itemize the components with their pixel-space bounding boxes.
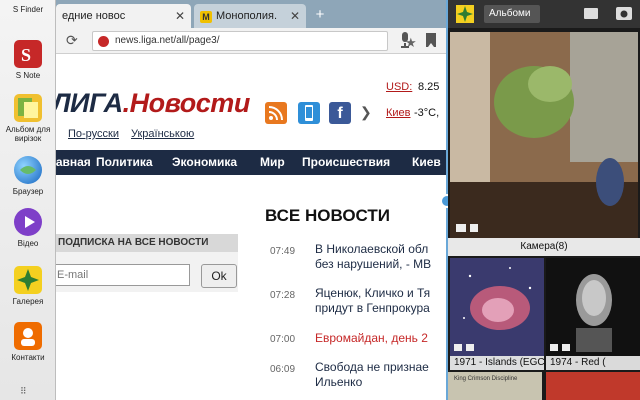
- news-line: без нарушений, - МВ: [315, 257, 432, 271]
- news-line: В Николаевской обл: [315, 242, 429, 256]
- album-tile[interactable]: 1974 - Red (: [546, 258, 640, 370]
- tray-handle-icon[interactable]: ⠿: [20, 386, 28, 397]
- tray-item-s-finder[interactable]: S Finder: [0, 2, 56, 14]
- s-note-icon: S: [14, 40, 42, 68]
- album-selector[interactable]: Альбоми: [484, 5, 540, 23]
- nav-item-incidents[interactable]: Происшествия: [302, 150, 390, 175]
- album-tile[interactable]: King Crimson Discipline: [448, 372, 542, 400]
- subscribe-heading: ПОДПИСКА НА ВСЕ НОВОСТИ: [56, 234, 238, 252]
- news-time: 07:28: [270, 290, 296, 301]
- tray-item-s-note[interactable]: S S Note: [0, 40, 56, 80]
- lang-russian-link[interactable]: По-русски: [68, 128, 119, 140]
- tab-bar: едние новос ✕ M Монополия. ✕ +: [56, 0, 446, 28]
- url-text: news.liga.net/all/page3/: [115, 35, 220, 46]
- mobile-icon[interactable]: [298, 102, 320, 124]
- url-bar[interactable]: news.liga.net/all/page3/ ★: [92, 31, 417, 51]
- tray-item-label: Браузер: [12, 187, 44, 196]
- close-icon[interactable]: ✕: [175, 4, 185, 28]
- tab-label: Монополия.: [216, 10, 278, 22]
- tray-item-label: S Note: [15, 71, 41, 80]
- browser-toolbar: ⟳ news.liga.net/all/page3/ ★: [56, 28, 446, 54]
- browser-icon: [14, 156, 42, 184]
- album-tile[interactable]: 1971 - Islands (EGC...(1): [450, 258, 544, 370]
- logo-right: .Новости: [122, 88, 251, 118]
- ok-button[interactable]: Ok: [201, 264, 237, 288]
- news-line: Ильенко: [315, 375, 363, 389]
- news-heading: ВСЕ НОВОСТИ: [265, 206, 391, 225]
- album-caption: 1971 - Islands (EGC...(1): [450, 356, 544, 370]
- camera-icon[interactable]: [616, 7, 632, 20]
- contacts-icon: [14, 322, 42, 350]
- tray-item-contacts[interactable]: Контакти: [0, 322, 56, 362]
- monopoly-favicon-icon: M: [200, 11, 212, 23]
- news-time: 07:00: [270, 334, 296, 345]
- site-favicon-icon: [98, 36, 109, 47]
- nav-item-kyiv[interactable]: Киев: [412, 150, 441, 175]
- tray-item-label: S Finder: [12, 5, 44, 14]
- gallery-icon: [14, 266, 42, 294]
- rss-icon[interactable]: [265, 102, 287, 124]
- gallery-app-icon[interactable]: [456, 5, 474, 23]
- tray-item-label: Альбом для вирізок: [5, 125, 51, 143]
- tray-item-browser[interactable]: Браузер: [0, 156, 56, 196]
- web-page: ЛИГА.Новости По-русски Українською f ❯ U…: [56, 54, 446, 400]
- tray-item-label: Відео: [17, 239, 39, 248]
- currency-label[interactable]: USD:: [386, 81, 412, 93]
- news-item[interactable]: В Николаевской обл без нарушений, - МВ: [315, 242, 431, 272]
- news-time: 07:49: [270, 246, 296, 257]
- album-cover-text: King Crimson Discipline: [454, 376, 518, 382]
- nav-item-home[interactable]: Главная: [56, 150, 91, 175]
- video-icon: [14, 208, 42, 236]
- bookmark-icon[interactable]: [426, 33, 436, 47]
- folder-icon[interactable]: [584, 8, 598, 19]
- email-field[interactable]: E-mail: [56, 264, 190, 286]
- microphone-icon[interactable]: [400, 32, 410, 48]
- news-line: Евромайдан, день 2: [315, 331, 428, 345]
- tab-liga-news[interactable]: едние новос ✕: [56, 4, 191, 28]
- scrapbook-icon: [14, 94, 42, 122]
- news-line: Яценюк, Кличко и Тя: [315, 286, 431, 300]
- news-item[interactable]: Евромайдан, день 2: [315, 331, 428, 346]
- main-nav: Главная Политика Экономика Мир Происшест…: [56, 150, 446, 175]
- lang-ukrainian-link[interactable]: Українською: [131, 128, 194, 140]
- weather-city-link[interactable]: Киев: [386, 107, 411, 119]
- album-caption: 1974 - Red (: [546, 356, 640, 370]
- news-line: придут в Генпрокура: [315, 301, 430, 315]
- news-item[interactable]: Яценюк, Кличко и Тя придут в Генпрокура: [315, 286, 430, 316]
- gallery-action-bar: Альбоми: [448, 0, 640, 28]
- chevron-right-icon[interactable]: ❯: [360, 104, 372, 121]
- close-icon[interactable]: ✕: [290, 4, 300, 28]
- nav-item-politics[interactable]: Политика: [96, 150, 153, 175]
- browser-window: едние новос ✕ M Монополия. ✕ + ⟳ news.lig…: [56, 0, 446, 400]
- currency-value: 8.25: [418, 81, 440, 93]
- gallery-window: Альбоми Камера(8) 1971 - Islands (EGC 19…: [448, 0, 640, 400]
- news-item[interactable]: Свобода не признае Ильенко: [315, 360, 429, 390]
- tray-item-scrapbook[interactable]: Альбом для вирізок: [0, 94, 56, 143]
- news-line: Свобода не признае: [315, 360, 429, 374]
- new-tab-button[interactable]: +: [312, 6, 328, 24]
- tab-label: едние новос: [62, 10, 126, 22]
- tray-item-gallery[interactable]: Галерея: [0, 266, 56, 306]
- site-logo[interactable]: ЛИГА.Новости: [56, 88, 250, 119]
- weather-temperature: -3°C,: [414, 107, 440, 119]
- svg-text:S: S: [21, 45, 31, 65]
- nav-item-economics[interactable]: Экономика: [172, 150, 237, 175]
- tray-item-label: Галерея: [12, 297, 44, 306]
- split-screen: S Finder S S Note Альбом для вирізок Бра…: [0, 0, 640, 400]
- camera-album-photo[interactable]: [450, 32, 638, 238]
- multi-window-tray: S Finder S S Note Альбом для вирізок Бра…: [0, 0, 56, 400]
- album-name-label: Камера(8): [448, 238, 640, 256]
- album-tile[interactable]: [546, 372, 640, 400]
- tray-item-label: Контакти: [11, 353, 45, 362]
- nav-item-world[interactable]: Мир: [260, 150, 285, 175]
- tray-item-video[interactable]: Відео: [0, 208, 56, 248]
- news-time: 06:09: [270, 364, 296, 375]
- facebook-icon[interactable]: f: [329, 102, 351, 124]
- reload-icon[interactable]: ⟳: [66, 32, 78, 49]
- tab-monopoly[interactable]: M Монополия. ✕: [194, 4, 306, 28]
- logo-left: ЛИГА: [56, 88, 123, 118]
